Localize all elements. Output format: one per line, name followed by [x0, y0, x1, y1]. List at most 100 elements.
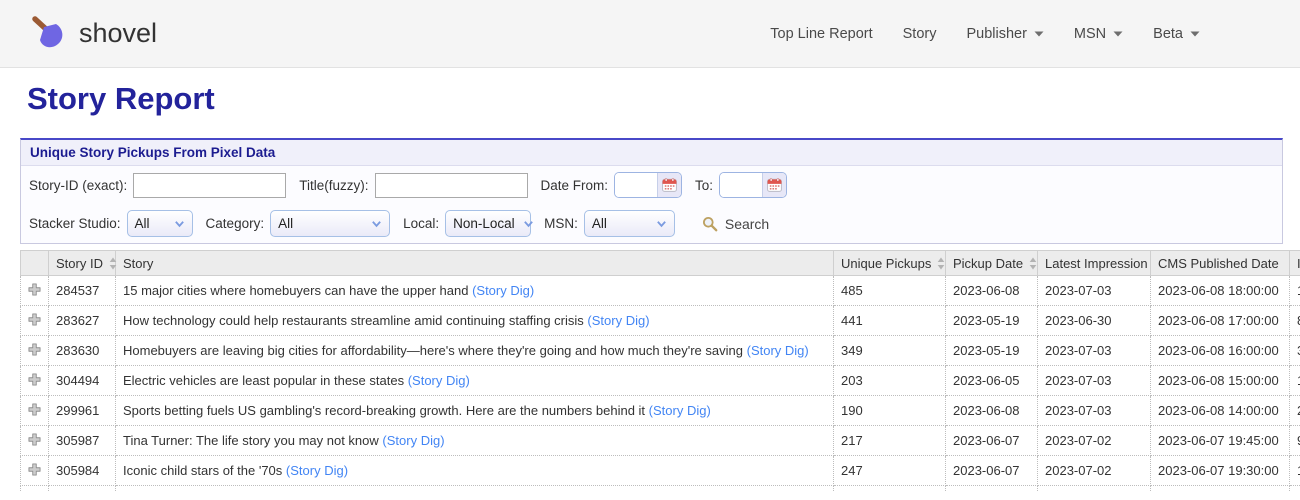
latest-impression-cell: 2023-07-03: [1037, 275, 1151, 306]
column-header-label: Pickup Date: [953, 255, 1024, 271]
nav-item[interactable]: MSN: [1074, 26, 1123, 42]
table-row: 283630 Homebuyers are leaving big cities…: [20, 335, 1300, 366]
story-dig-link[interactable]: (Story Dig): [408, 373, 470, 388]
story-id-input[interactable]: [133, 172, 287, 198]
latest-impression-cell: 2023-06-30: [1037, 305, 1151, 336]
nav-item[interactable]: Story: [903, 26, 937, 42]
story-title: Iconic child stars of the '70s: [123, 463, 283, 478]
story-id-cell: 299961: [48, 395, 116, 426]
date-from-input[interactable]: [614, 172, 683, 198]
filter-row-text: Story-ID (exact): Title(fuzzy): Date Fro…: [21, 166, 1282, 204]
title-fuzzy-input[interactable]: [374, 172, 528, 198]
story-dig-link[interactable]: (Story Dig): [587, 313, 649, 328]
pickup-date-cell: 2023-05-19: [945, 335, 1038, 366]
expand-row-icon[interactable]: [28, 432, 41, 446]
column-header-pickup-date[interactable]: Pickup Date: [945, 250, 1038, 276]
table-header-row: Story ID Story Unique Pickups Pickup Date La…: [20, 250, 1300, 276]
story-cell: Tina Turner: The life story you may not …: [115, 425, 834, 456]
pickup-date-cell: 2023-06-08: [945, 395, 1038, 426]
filter-row-selects: Stacker Studio: All Category: All Local:…: [21, 204, 1282, 243]
story-cell: How technology could help restaurants st…: [115, 305, 834, 336]
latest-impression-cell: 2023-07-03: [1037, 395, 1151, 426]
nav-item-label: Beta: [1153, 25, 1183, 42]
column-header-story-id[interactable]: Story ID: [48, 250, 117, 276]
expand-row-icon[interactable]: [28, 462, 41, 476]
expand-row-icon[interactable]: [28, 402, 41, 416]
story-id-cell: 283630: [48, 335, 116, 366]
impressions-cell: 1: [1289, 275, 1300, 306]
column-header-story: Story: [115, 250, 834, 276]
story-title: Electric vehicles are least popular in t…: [123, 373, 405, 388]
local-select[interactable]: Non-Local: [445, 210, 533, 237]
table-row: 305987 Tina Turner: The life story you m…: [20, 425, 1300, 456]
story-dig-link[interactable]: (Story Dig): [286, 463, 348, 478]
story-dig-link[interactable]: (Story Dig): [649, 403, 711, 418]
column-header-label: Unique Pickups: [841, 255, 932, 271]
chevron-down-icon: [523, 220, 533, 227]
msn-select[interactable]: All: [583, 210, 675, 237]
unique-pickups-cell: 190: [833, 395, 946, 426]
nav-item-label: MSN: [1073, 25, 1107, 42]
story-cell: Electric vehicles are least popular in t…: [115, 365, 834, 396]
expand-cell: [20, 305, 49, 336]
nav-item[interactable]: Beta: [1153, 26, 1200, 42]
nav-item-label: Story: [902, 25, 937, 42]
date-from-label: Date From:: [540, 177, 609, 193]
column-header-cms-published-date: CMS Published Date: [1150, 250, 1290, 276]
table-row: 284537 15 major cities where homebuyers …: [20, 275, 1300, 306]
pickup-date-cell: 2023-06-07: [945, 455, 1038, 486]
chevron-down-icon: [1034, 31, 1044, 36]
date-from-field[interactable]: [615, 173, 658, 197]
column-header-unique-pickups[interactable]: Unique Pickups: [833, 250, 946, 276]
cms-published-date-cell: 2023-06-07 19:45:00: [1150, 425, 1290, 456]
date-to-input[interactable]: [719, 172, 788, 198]
latest-impression-cell: 2023-07-02: [1037, 455, 1151, 486]
expand-cell: [20, 335, 49, 366]
story-id-cell: 305987: [48, 425, 116, 456]
nav-item[interactable]: Publisher: [966, 25, 1044, 42]
nav-item-label: Publisher: [966, 25, 1027, 42]
unique-pickups-cell: 485: [833, 275, 946, 306]
sort-icon: [1029, 257, 1037, 269]
pickup-date-cell: 2023-06-05: [945, 365, 1038, 396]
expand-row-icon[interactable]: [28, 312, 41, 326]
calendar-icon[interactable]: [657, 173, 682, 197]
column-header-impressions: Impressions: [1289, 250, 1300, 276]
expand-cell: [20, 425, 49, 456]
expand-cell: [20, 455, 49, 486]
story-dig-link[interactable]: (Story Dig): [472, 283, 534, 298]
cms-published-date-cell: 2023-06-07 19:30:00: [1150, 455, 1290, 486]
cms-published-date-cell: 2023-06-08 16:00:00: [1150, 335, 1290, 366]
stacker-studio-select[interactable]: All: [126, 210, 193, 237]
story-id-cell: 284537: [48, 275, 116, 306]
story-dig-link[interactable]: (Story Dig): [382, 433, 444, 448]
story-id-cell: 304494: [48, 365, 116, 396]
cms-published-date-cell: 2023-06-08 14:00:00: [1150, 395, 1290, 426]
filter-panel-header: Unique Story Pickups From Pixel Data: [21, 140, 1282, 166]
story-dig-link[interactable]: (Story Dig): [747, 343, 809, 358]
date-to-field[interactable]: [720, 173, 763, 197]
nav-item[interactable]: Top Line Report: [770, 26, 872, 42]
story-table-container: Story ID Story Unique Pickups Pickup Date La…: [20, 250, 1300, 491]
category-select[interactable]: All: [270, 210, 391, 237]
table-row: 283627 How technology could help restaur…: [20, 305, 1300, 336]
pickup-date-cell: 2023-06-07: [945, 425, 1038, 456]
column-header-latest-impression: Latest Impression: [1037, 250, 1151, 276]
chevron-down-icon: [1113, 31, 1123, 36]
impressions-cell: 3: [1289, 335, 1300, 366]
impressions-cell: 1: [1289, 455, 1300, 486]
search-button-label: Search: [724, 215, 770, 232]
date-to-label: To:: [695, 177, 714, 193]
category-label: Category:: [205, 216, 265, 231]
sort-icon: [109, 257, 117, 269]
brand-logo[interactable]: shovel: [28, 14, 157, 54]
calendar-icon[interactable]: [762, 173, 787, 197]
chevron-down-icon: [657, 220, 666, 227]
expand-row-icon[interactable]: [28, 282, 41, 296]
search-button[interactable]: Search: [702, 216, 769, 232]
expand-row-icon[interactable]: [28, 372, 41, 386]
unique-pickups-cell: 349: [833, 335, 946, 366]
stacker-studio-label: Stacker Studio:: [29, 216, 121, 231]
expand-row-icon[interactable]: [28, 342, 41, 356]
story-table: Story ID Story Unique Pickups Pickup Date La…: [20, 250, 1300, 491]
